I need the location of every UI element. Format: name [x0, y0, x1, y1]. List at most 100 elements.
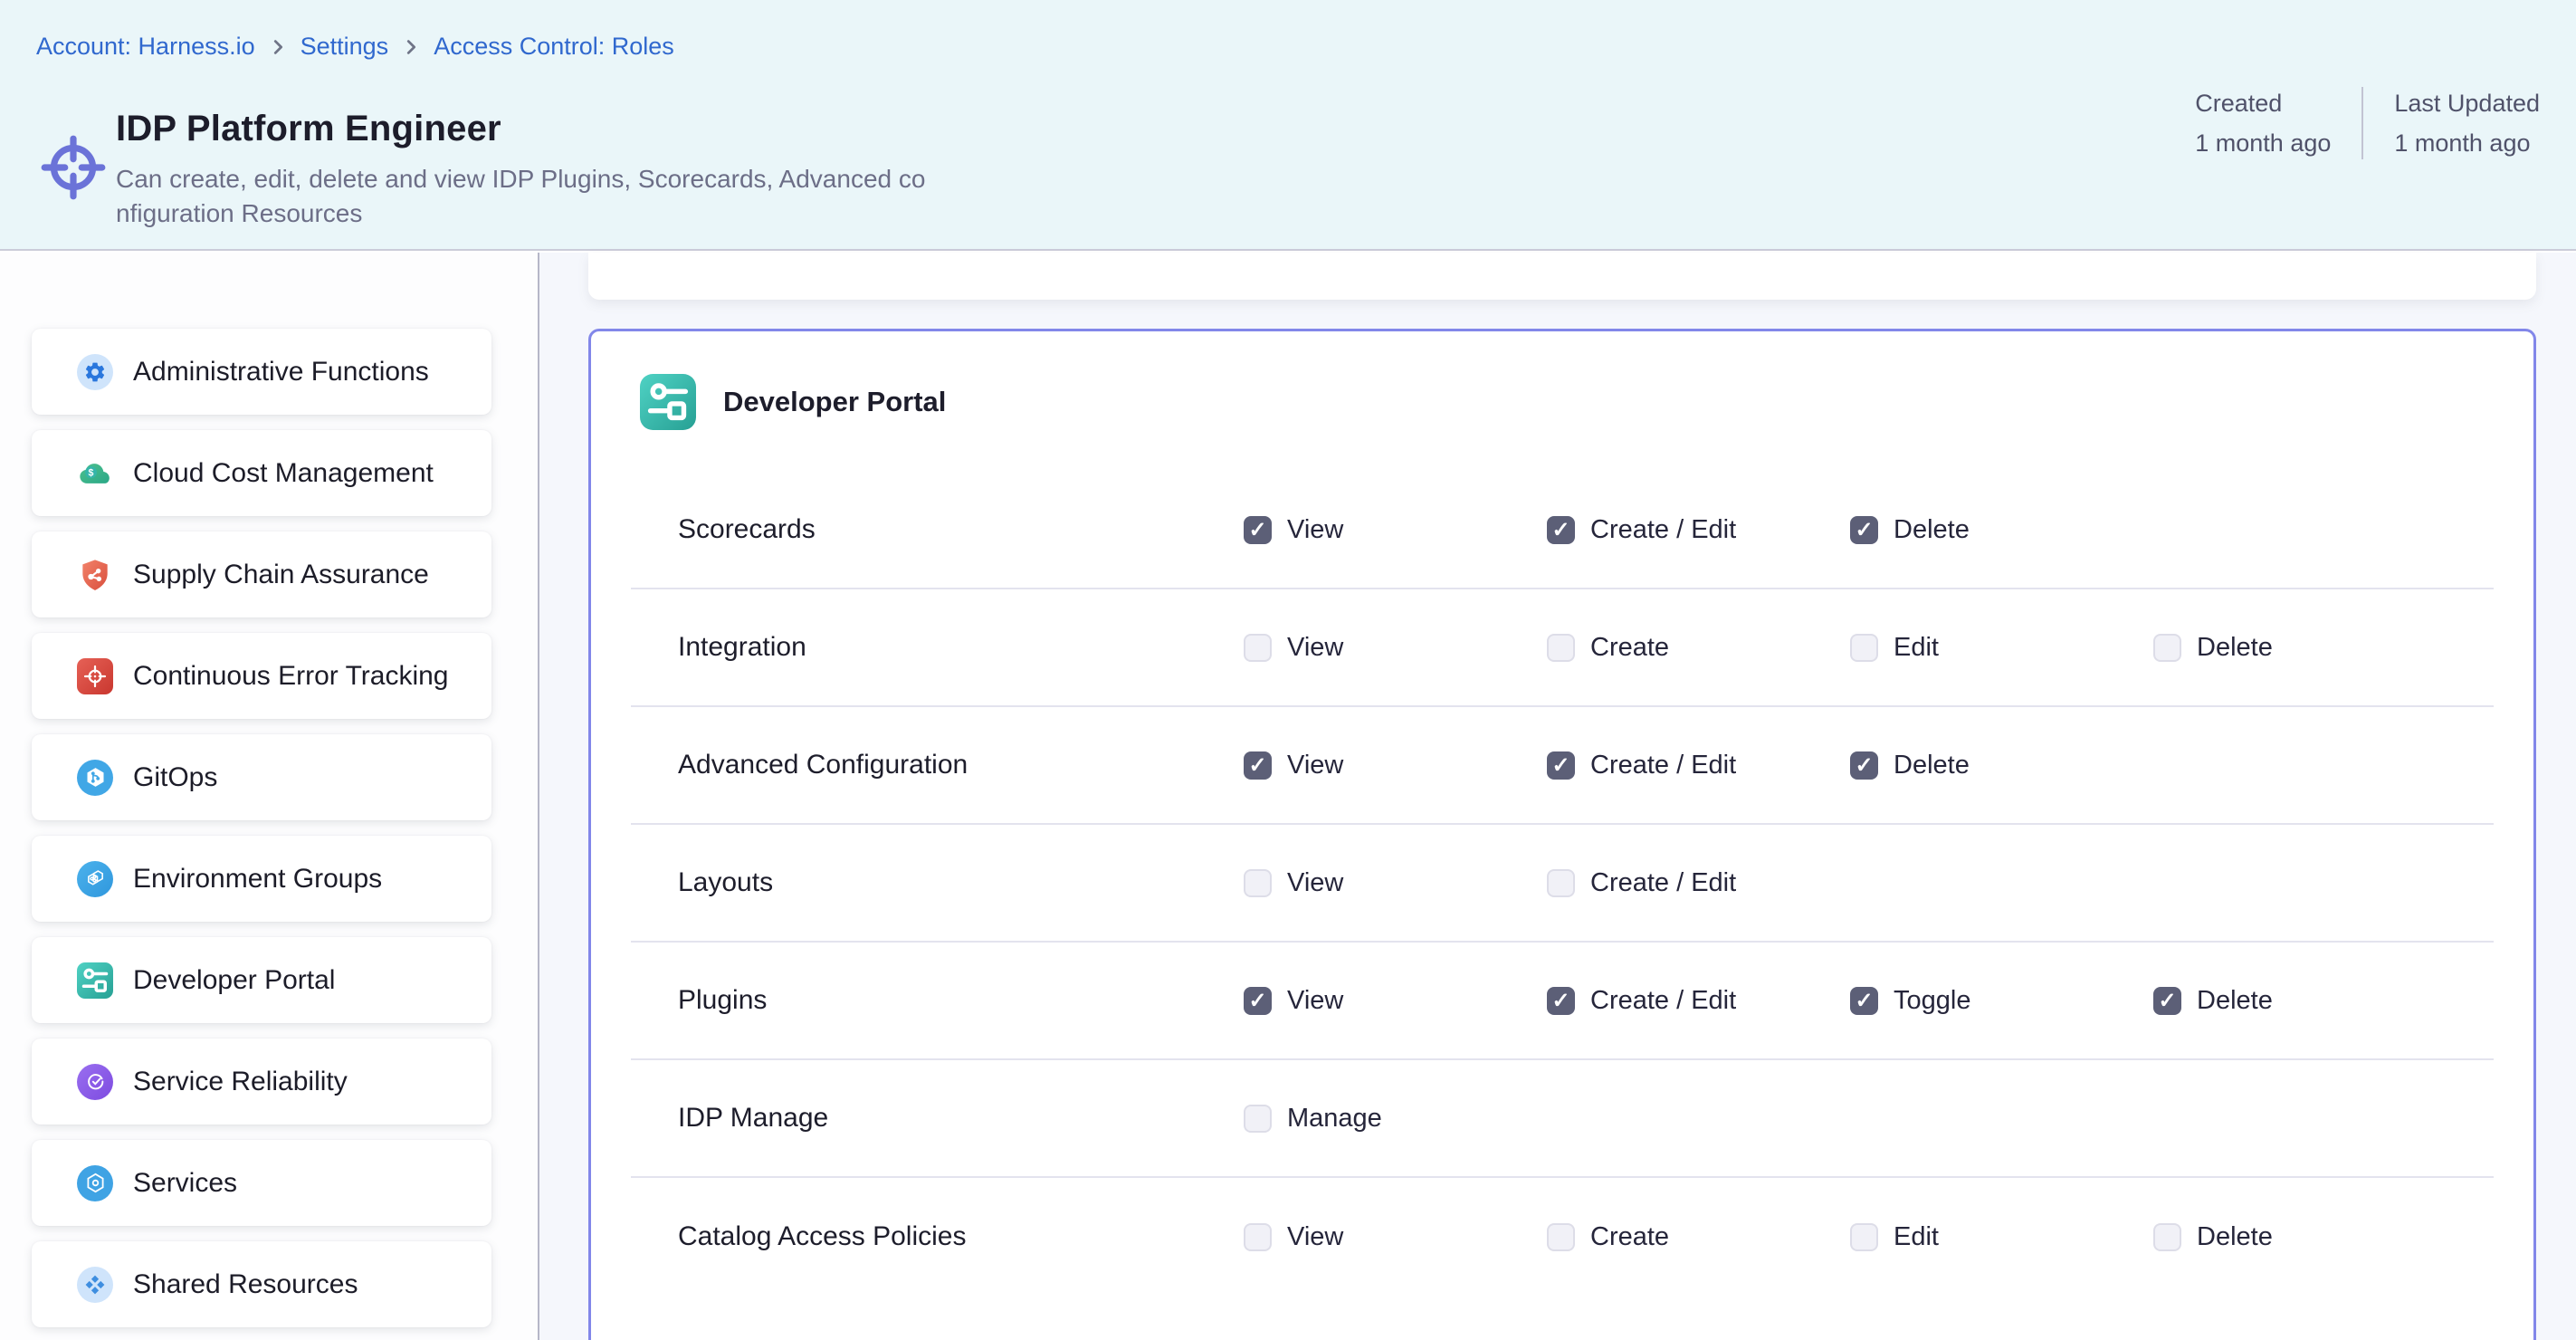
sidebar-item-label: Services: [133, 1168, 237, 1199]
permission-row: Advanced Configuration View Create / Edi…: [631, 707, 2494, 825]
permission-cell: Delete: [1850, 751, 2153, 780]
permission-label: Create: [1590, 1222, 1669, 1252]
diamond-cluster-icon: [77, 1267, 113, 1303]
permission-cell: Edit: [1850, 1222, 2153, 1252]
permission-cell: Create / Edit: [1547, 515, 1850, 545]
resource-name: Plugins: [678, 985, 1244, 1016]
chevron-right-icon: [401, 37, 421, 57]
permission-cell: Delete: [2153, 1222, 2457, 1252]
gitops-hexagon-icon: [77, 760, 113, 796]
description-line-2: nfiguration Resources: [116, 199, 362, 227]
permission-checkbox[interactable]: [1244, 987, 1272, 1015]
permission-label: Delete: [1894, 515, 1970, 545]
permission-label: View: [1287, 515, 1343, 545]
permission-checkbox[interactable]: [2153, 634, 2181, 662]
module-title: Developer Portal: [723, 386, 946, 418]
permission-row: Catalog Access Policies View Create Edit…: [631, 1178, 2494, 1296]
services-hexagon-icon: [77, 1165, 113, 1201]
created-value: 1 month ago: [2195, 123, 2331, 163]
permission-checkbox[interactable]: [1547, 987, 1575, 1015]
gear-icon: [77, 354, 113, 390]
permission-checkbox[interactable]: [2153, 1223, 2181, 1251]
sidebar-item-label: Developer Portal: [133, 965, 335, 996]
sidebar-item-shared-resources[interactable]: Shared Resources: [32, 1241, 491, 1327]
cloud-dollar-icon: $: [77, 455, 113, 492]
permission-checkbox[interactable]: [1244, 869, 1272, 897]
sidebar-item-developer-portal[interactable]: Developer Portal: [32, 937, 491, 1023]
page: Account: Harness.io Settings Access Cont…: [0, 0, 2576, 1340]
description-line-1: Can create, edit, delete and view IDP Pl…: [116, 165, 925, 193]
permission-label: View: [1287, 1222, 1343, 1252]
permission-cell: View: [1244, 751, 1547, 780]
permission-label: Edit: [1894, 1222, 1939, 1252]
resource-name: Integration: [678, 632, 1244, 663]
permission-checkbox[interactable]: [1850, 516, 1878, 544]
sidebar-item-label: Environment Groups: [133, 864, 382, 895]
permission-cell: Create: [1547, 1222, 1850, 1252]
svg-text:$: $: [89, 467, 94, 478]
permission-cell: Create / Edit: [1547, 986, 1850, 1016]
permission-checkbox[interactable]: [1244, 634, 1272, 662]
resource-name: Scorecards: [678, 514, 1244, 545]
shield-network-icon: [77, 557, 113, 593]
breadcrumb-link[interactable]: Account: Harness.io: [36, 33, 255, 61]
permission-cell: View: [1244, 633, 1547, 663]
sidebar-item-environment-groups[interactable]: Environment Groups: [32, 836, 491, 922]
permission-label: Create / Edit: [1590, 986, 1736, 1016]
permission-checkbox[interactable]: [1850, 987, 1878, 1015]
target-square-icon: [77, 658, 113, 694]
permission-rows: Scorecards View Create / Edit Delete Int…: [591, 472, 2533, 1296]
permission-checkbox[interactable]: [1547, 516, 1575, 544]
permission-checkbox[interactable]: [1850, 1223, 1878, 1251]
sidebar-item-supply-chain-assurance[interactable]: Supply Chain Assurance: [32, 531, 491, 617]
permission-cell: Create: [1547, 633, 1850, 663]
sidebar-item-services[interactable]: Services: [32, 1140, 491, 1226]
permission-label: Toggle: [1894, 986, 1970, 1016]
sidebar-item-administrative-functions[interactable]: Administrative Functions: [32, 329, 491, 415]
breadcrumb-link[interactable]: Access Control: Roles: [434, 33, 674, 61]
sidebar-item-continuous-error-tracking[interactable]: Continuous Error Tracking: [32, 633, 491, 719]
permission-checkbox[interactable]: [1850, 751, 1878, 780]
sidebar-item-label: GitOps: [133, 762, 217, 793]
permission-checkbox[interactable]: [1850, 634, 1878, 662]
permission-cell: View: [1244, 1222, 1547, 1252]
permission-checkbox[interactable]: [1547, 1223, 1575, 1251]
permission-cell: Create / Edit: [1547, 868, 1850, 898]
developer-portal-icon: [77, 962, 113, 999]
developer-portal-icon: [77, 962, 113, 999]
permission-cell: Delete: [1850, 515, 2153, 545]
permission-cell: View: [1244, 515, 1547, 545]
sidebar-item-service-reliability[interactable]: Service Reliability: [32, 1038, 491, 1125]
breadcrumb-link[interactable]: Settings: [301, 33, 389, 61]
sidebar-item-cloud-cost-management[interactable]: $ Cloud Cost Management: [32, 430, 491, 516]
permission-label: View: [1287, 868, 1343, 898]
role-meta: Created 1 month ago Last Updated 1 month…: [2195, 83, 2540, 163]
permission-checkbox[interactable]: [1547, 751, 1575, 780]
permission-label: Edit: [1894, 633, 1939, 663]
permission-cell: View: [1244, 986, 1547, 1016]
hexagon-group-icon: [77, 861, 113, 897]
permission-checkbox[interactable]: [1244, 1105, 1272, 1133]
reliability-check-icon: [77, 1064, 113, 1100]
permission-checkbox[interactable]: [1547, 869, 1575, 897]
permission-row: IDP Manage Manage: [631, 1060, 2494, 1178]
hexagon-group-icon: [77, 861, 113, 897]
permission-cell: Delete: [2153, 633, 2457, 663]
cloud-dollar-icon: $: [77, 455, 113, 492]
sidebar-item-gitops[interactable]: GitOps: [32, 734, 491, 820]
module-header: Developer Portal: [591, 331, 2533, 472]
gear-icon: [77, 354, 113, 390]
permission-checkbox[interactable]: [1244, 1223, 1272, 1251]
target-square-icon: [77, 658, 113, 694]
sidebar-item-label: Shared Resources: [133, 1269, 358, 1300]
diamond-cluster-icon: [77, 1267, 113, 1303]
page-title: IDP Platform Engineer: [116, 109, 925, 149]
permission-checkbox[interactable]: [1244, 516, 1272, 544]
permission-checkbox[interactable]: [1547, 634, 1575, 662]
permission-row: Plugins View Create / Edit Toggle Delete: [631, 943, 2494, 1060]
sidebar-item-label: Administrative Functions: [133, 357, 429, 388]
permission-checkbox[interactable]: [1244, 751, 1272, 780]
developer-portal-icon: [640, 374, 696, 430]
permission-checkbox[interactable]: [2153, 987, 2181, 1015]
page-header: Account: Harness.io Settings Access Cont…: [0, 0, 2576, 251]
